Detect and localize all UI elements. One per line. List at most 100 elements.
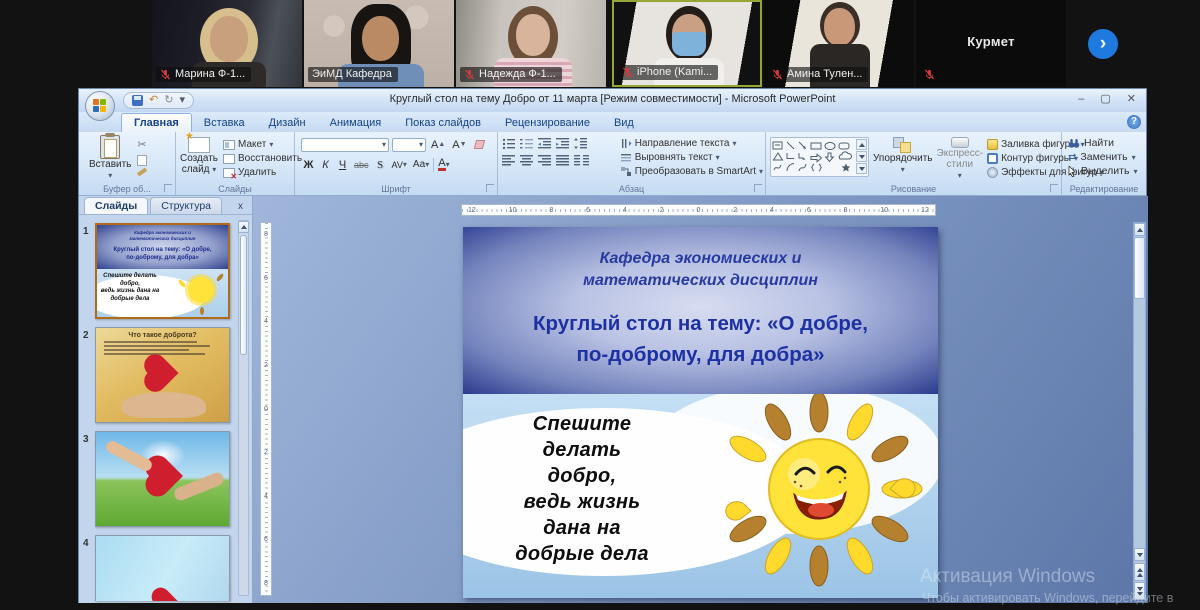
pane-scroll-up[interactable] xyxy=(238,221,249,233)
font-name-combo[interactable]: ▾ xyxy=(301,138,389,152)
previous-slide-button[interactable] xyxy=(1134,563,1145,581)
font-color-button[interactable]: А▾ xyxy=(436,157,451,172)
video-tile-kurmet[interactable]: Курмет xyxy=(916,0,1066,87)
cut-icon[interactable]: ✂ xyxy=(137,138,147,151)
italic-button[interactable]: К xyxy=(318,157,333,172)
align-left-icon[interactable] xyxy=(502,155,516,166)
slides-pane: Слайды Структура x 1 Кафедра экономиески… xyxy=(79,196,253,603)
video-tile-nadezhda[interactable]: Надежда Ф-1... xyxy=(456,0,606,87)
shapes-scroll-down[interactable] xyxy=(856,151,867,162)
paste-button[interactable]: Вставить ▾ xyxy=(89,135,131,181)
minimize-button[interactable]: – xyxy=(1078,92,1084,107)
justify-icon[interactable] xyxy=(556,155,570,166)
slide-thumbnail-3[interactable] xyxy=(95,431,230,527)
copy-icon[interactable] xyxy=(137,155,147,166)
tab-retsenzirovanie[interactable]: Рецензирование xyxy=(493,114,602,132)
align-right-icon[interactable] xyxy=(538,155,552,166)
pane-close-icon[interactable]: x xyxy=(235,199,246,214)
drawing-dialog-launcher[interactable] xyxy=(1050,184,1058,192)
grow-font-button[interactable]: А▲ xyxy=(429,137,447,152)
format-painter-icon[interactable] xyxy=(137,167,147,176)
numbering-icon[interactable] xyxy=(520,138,534,149)
scroll-thumb[interactable] xyxy=(1134,237,1145,299)
character-spacing-button[interactable]: AV▾ xyxy=(390,157,409,172)
help-button[interactable]: ? xyxy=(1127,115,1141,129)
pane-scroll-thumb[interactable] xyxy=(240,235,247,355)
clear-formatting-button[interactable] xyxy=(472,137,487,152)
align-text-button[interactable]: Выровнять текст▾ xyxy=(621,152,763,163)
slide-thumbnail-2[interactable]: Что такое доброта? xyxy=(95,327,230,423)
replace-button[interactable]: ⇄ Заменить▾ xyxy=(1068,151,1144,163)
redo-icon[interactable]: ↻ xyxy=(164,95,173,106)
video-tile-marina[interactable]: Марина Ф-1... xyxy=(152,0,302,87)
shapes-scroll-up[interactable] xyxy=(856,139,867,150)
tab-animatsiya[interactable]: Анимация xyxy=(318,114,394,132)
shrink-font-button[interactable]: А▼ xyxy=(450,137,468,152)
shapes-gallery-icon[interactable] xyxy=(772,139,854,175)
select-button[interactable]: Выделить▾ xyxy=(1068,165,1144,177)
save-icon[interactable] xyxy=(132,95,143,106)
restore-button[interactable]: ▢ xyxy=(1100,92,1110,107)
next-participants-button[interactable]: › xyxy=(1088,29,1118,59)
slide-canvas[interactable]: Кафедра экономиеских иматематических дис… xyxy=(463,227,938,598)
quick-styles-button[interactable]: Экспресс-стили ▾ xyxy=(937,135,984,181)
pane-scrollbar[interactable] xyxy=(238,220,249,596)
participant-name: ЭиМД Кафедра xyxy=(308,67,398,82)
delete-button[interactable]: Удалить xyxy=(223,167,302,178)
tab-vid[interactable]: Вид xyxy=(602,114,646,132)
group-editing: Найти ⇄ Заменить▾ Выделить▾ Редактирован… xyxy=(1062,132,1146,195)
new-slide-button[interactable]: Создать слайд ▾ xyxy=(180,135,218,181)
video-tile-iphone-active-speaker[interactable]: iPhone (Kami... xyxy=(612,0,762,87)
shapes-more-button[interactable] xyxy=(856,163,867,174)
slide-number: 1 xyxy=(83,226,93,237)
qat-dropdown-icon[interactable]: ▾ xyxy=(179,95,185,106)
slide-thumbnail-1[interactable]: Кафедра экономиеских иматематических дис… xyxy=(95,223,230,319)
align-center-icon[interactable] xyxy=(520,155,534,166)
slide-number: 2 xyxy=(83,330,93,341)
screen: Марина Ф-1... ЭиМД Кафедра Надежда Ф-1..… xyxy=(0,0,1200,610)
slide-thumbnail-4[interactable]: МИР СПАСАЕТСЕРДЕЦ ДОБРОТА xyxy=(95,535,230,601)
text-shadow-button[interactable]: S xyxy=(373,157,388,172)
bullets-icon[interactable] xyxy=(502,138,516,149)
vertical-scrollbar[interactable] xyxy=(1133,222,1146,600)
strikethrough-button[interactable]: abc xyxy=(352,157,371,172)
font-dialog-launcher[interactable] xyxy=(486,184,494,192)
decrease-indent-icon[interactable] xyxy=(538,138,552,149)
arrange-button[interactable]: Упорядочить ▾ xyxy=(873,135,933,181)
tab-dizain[interactable]: Дизайн xyxy=(257,114,318,132)
layout-button[interactable]: Макет▾ xyxy=(223,139,302,150)
tab-glavnaya[interactable]: Главная xyxy=(121,113,192,132)
title-bar[interactable]: Круглый стол на тему Добро от 11 марта [… xyxy=(79,89,1146,112)
font-size-combo[interactable]: ▾ xyxy=(392,138,426,152)
reset-button[interactable]: Восстановить xyxy=(223,153,302,164)
scroll-up-button[interactable] xyxy=(1134,223,1145,236)
ruler-tick-label: 6 xyxy=(586,207,590,214)
close-button[interactable]: ✕ xyxy=(1127,92,1136,107)
video-tile-amina[interactable]: Амина Тулен... xyxy=(764,0,914,87)
cursor-icon xyxy=(1068,166,1077,177)
group-drawing: Упорядочить ▾ Экспресс-стили ▾ Заливка ф… xyxy=(766,132,1062,195)
line-spacing-icon[interactable] xyxy=(574,138,588,149)
bold-button[interactable]: Ж xyxy=(301,157,316,172)
pane-tab-slides[interactable]: Слайды xyxy=(84,197,148,214)
scroll-down-button[interactable] xyxy=(1134,548,1145,561)
muted-mic-icon xyxy=(160,69,171,80)
office-button[interactable] xyxy=(85,91,115,121)
undo-icon[interactable]: ↶ xyxy=(149,95,158,106)
clipboard-dialog-launcher[interactable] xyxy=(164,184,172,192)
underline-button[interactable]: Ч xyxy=(335,157,350,172)
pane-tab-outline[interactable]: Структура xyxy=(150,197,222,214)
group-slides: Создать слайд ▾ Макет▾ Восстановить Удал… xyxy=(176,132,295,195)
change-case-button[interactable]: Аа▾ xyxy=(411,157,431,172)
tab-pokaz-slaidov[interactable]: Показ слайдов xyxy=(393,114,493,132)
find-button[interactable]: Найти xyxy=(1068,137,1144,149)
video-tile-eimd[interactable]: ЭиМД Кафедра xyxy=(304,0,454,87)
tab-vstavka[interactable]: Вставка xyxy=(192,114,257,132)
binoculars-icon xyxy=(1068,138,1080,149)
columns-icon[interactable] xyxy=(574,155,590,166)
ribbon-tab-row: Главная Вставка Дизайн Анимация Показ сл… xyxy=(79,112,1146,132)
text-direction-button[interactable]: Направление текста▾ xyxy=(621,138,763,149)
increase-indent-icon[interactable] xyxy=(556,138,570,149)
paragraph-dialog-launcher[interactable] xyxy=(754,184,762,192)
convert-smartart-button[interactable]: Преобразовать в SmartArt▾ xyxy=(621,166,763,177)
